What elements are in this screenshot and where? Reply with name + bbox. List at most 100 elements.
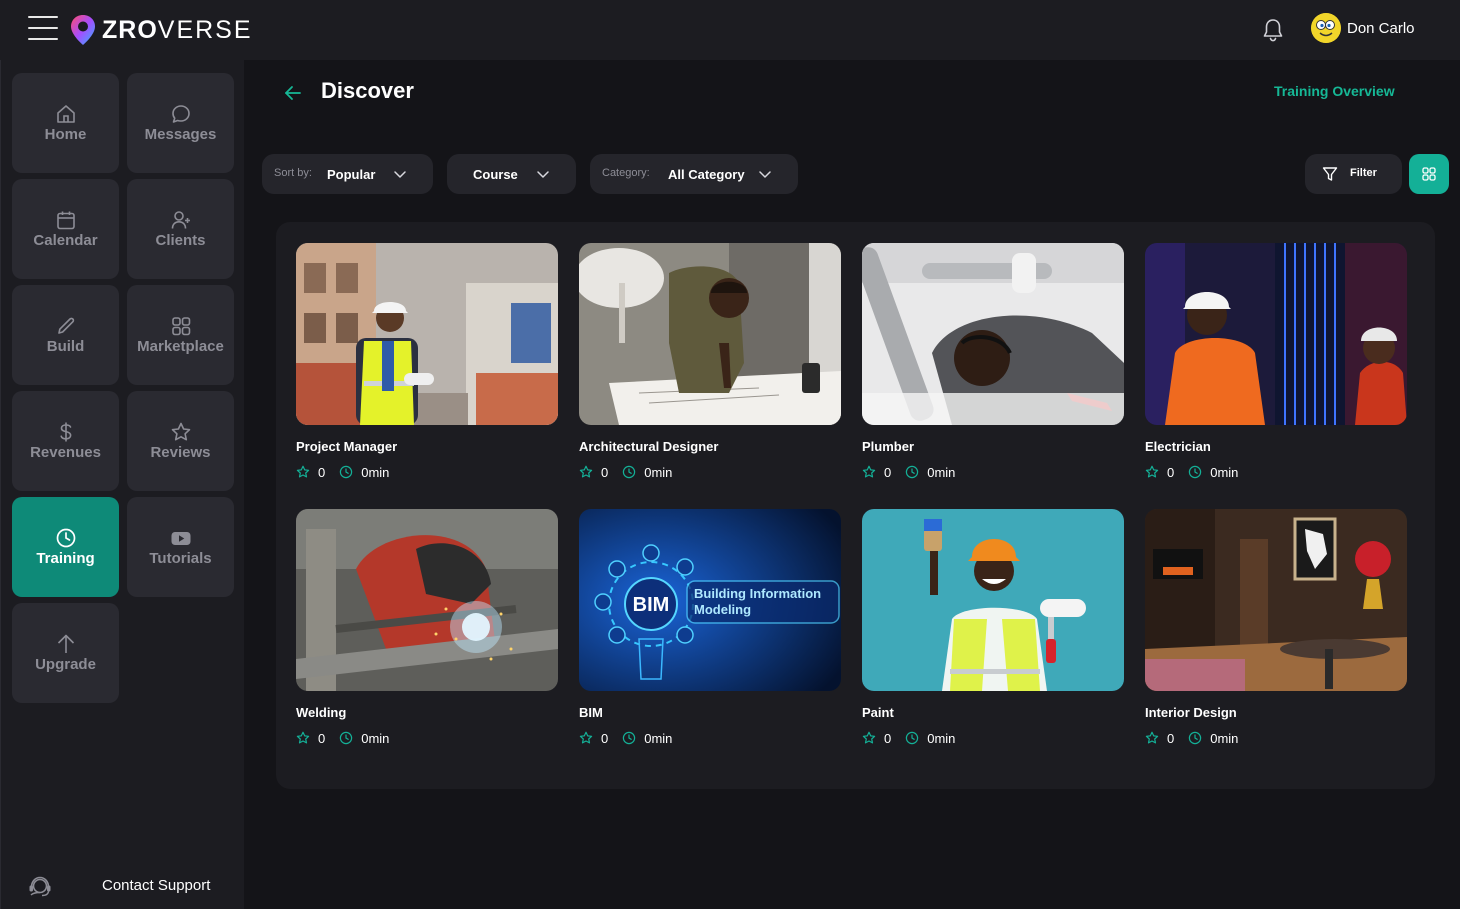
calendar-icon xyxy=(56,211,75,230)
course-rating: 0 xyxy=(884,730,892,746)
sidebar-item-reviews[interactable]: Reviews xyxy=(127,391,234,491)
course-meta: 0 0min xyxy=(579,464,672,480)
course-duration: 0min xyxy=(361,730,390,746)
course-rating: 0 xyxy=(884,464,892,480)
course-card-interior-design[interactable]: Interior Design 0 0min xyxy=(1145,509,1407,759)
course-meta: 0 0min xyxy=(862,464,955,480)
course-thumbnail xyxy=(1145,509,1407,691)
sidebar-item-build[interactable]: Build xyxy=(12,285,119,385)
youtube-icon xyxy=(171,532,190,545)
course-duration: 0min xyxy=(927,730,956,746)
course-title: Welding xyxy=(296,705,347,720)
course-title: Plumber xyxy=(862,439,915,454)
user-menu[interactable]: Don Carlo xyxy=(1311,12,1415,44)
star-icon xyxy=(1145,731,1159,744)
course-meta: 0 0min xyxy=(1145,730,1238,746)
grid-view-button[interactable] xyxy=(1409,154,1449,194)
sidebar-item-upgrade[interactable]: Upgrade xyxy=(12,603,119,703)
course-card-architectural-designer[interactable]: Architectural Designer 0 0min xyxy=(579,243,841,493)
sort-by-label: Sort by: xyxy=(274,167,312,179)
course-card-welding[interactable]: Welding 0 0min xyxy=(296,509,558,759)
clock-icon xyxy=(906,465,919,479)
sidebar-item-clients[interactable]: Clients xyxy=(127,179,234,279)
star-icon xyxy=(579,465,593,478)
top-bar: ZROVERSE Don Carlo xyxy=(0,0,1460,60)
course-duration: 0min xyxy=(644,730,673,746)
course-duration: 0min xyxy=(361,464,390,480)
clock-icon xyxy=(1189,731,1202,745)
contact-support-button[interactable]: Contact Support xyxy=(27,870,227,902)
course-thumbnail xyxy=(296,243,558,425)
course-rating: 0 xyxy=(601,730,609,746)
course-card-plumber[interactable]: Plumber 0 0min xyxy=(862,243,1124,493)
chevron-down-icon xyxy=(537,171,549,178)
avatar xyxy=(1311,13,1341,43)
chat-bubble-icon xyxy=(171,105,190,123)
star-icon xyxy=(171,422,190,441)
category-dropdown[interactable]: Category: All Category xyxy=(590,154,798,194)
course-title: Project Manager xyxy=(296,439,398,454)
filter-button[interactable]: Filter xyxy=(1305,154,1402,194)
home-icon xyxy=(56,105,75,123)
course-thumbnail xyxy=(579,243,841,425)
sidebar-item-label: Home xyxy=(44,126,87,143)
course-title: Architectural Designer xyxy=(579,439,719,454)
course-card-paint[interactable]: Paint 0 0min xyxy=(862,509,1124,759)
support-agent-icon xyxy=(29,876,51,897)
course-title: Interior Design xyxy=(1145,705,1237,720)
course-duration: 0min xyxy=(1210,464,1239,480)
course-rating: 0 xyxy=(601,464,609,480)
sidebar-item-revenues[interactable]: Revenues xyxy=(12,391,119,491)
clock-icon xyxy=(1189,465,1202,479)
sidebar-item-messages[interactable]: Messages xyxy=(127,73,234,173)
course-card-electrician[interactable]: Electrician 0 0min xyxy=(1145,243,1407,493)
clock-icon xyxy=(623,731,636,745)
pencil-icon xyxy=(57,317,74,334)
clock-icon xyxy=(56,528,75,548)
star-icon xyxy=(296,465,310,478)
sidebar-item-label: Messages xyxy=(144,126,217,143)
user-plus-icon xyxy=(171,211,190,229)
filter-label: Filter xyxy=(1350,167,1377,179)
course-card-project-manager[interactable]: Project Manager 0 0min xyxy=(296,243,558,493)
bim-image-text-line2: Modeling xyxy=(694,602,751,617)
sidebar-item-label: Training xyxy=(36,550,95,567)
course-meta: 0 0min xyxy=(296,730,389,746)
course-title: Electrician xyxy=(1145,439,1211,454)
course-rating: 0 xyxy=(318,730,326,746)
sidebar-item-calendar[interactable]: Calendar xyxy=(12,179,119,279)
course-type-dropdown[interactable]: Course xyxy=(447,154,576,194)
clock-icon xyxy=(340,465,353,479)
sidebar-item-label: Upgrade xyxy=(35,656,96,673)
sidebar-item-home[interactable]: Home xyxy=(12,73,119,173)
bell-icon[interactable] xyxy=(1261,17,1285,43)
back-arrow-icon[interactable] xyxy=(283,83,303,103)
course-thumbnail: BIM Building Information Modeling xyxy=(579,509,841,691)
clock-icon xyxy=(340,731,353,745)
training-overview-link[interactable]: Training Overview xyxy=(1274,83,1395,99)
course-meta: 0 0min xyxy=(579,730,672,746)
grid-icon xyxy=(171,317,190,336)
sort-by-dropdown[interactable]: Sort by: Popular xyxy=(262,154,433,194)
course-meta: 0 0min xyxy=(1145,464,1238,480)
menu-icon[interactable] xyxy=(28,16,58,40)
app-logo[interactable]: ZROVERSE xyxy=(70,14,253,46)
sidebar-item-training[interactable]: Training xyxy=(12,497,119,597)
category-label: Category: xyxy=(602,167,650,179)
chevron-down-icon xyxy=(394,171,406,178)
course-card-bim[interactable]: BIM Building Information Modeling BIM 0 … xyxy=(579,509,841,759)
course-type-value: Course xyxy=(473,167,518,182)
course-thumbnail xyxy=(862,509,1124,691)
page-title: Discover xyxy=(321,78,414,103)
bim-image-text-line1: Building Information xyxy=(694,586,821,601)
funnel-icon xyxy=(1322,167,1338,181)
sidebar-item-tutorials[interactable]: Tutorials xyxy=(127,497,234,597)
logo-bold: ZRO xyxy=(102,16,158,44)
star-icon xyxy=(862,731,876,744)
arrow-up-icon xyxy=(57,634,74,653)
star-icon xyxy=(862,465,876,478)
sidebar-item-label: Tutorials xyxy=(149,550,212,567)
sidebar-item-marketplace[interactable]: Marketplace xyxy=(127,285,234,385)
sidebar-item-label: Clients xyxy=(155,232,206,249)
course-meta: 0 0min xyxy=(296,464,389,480)
